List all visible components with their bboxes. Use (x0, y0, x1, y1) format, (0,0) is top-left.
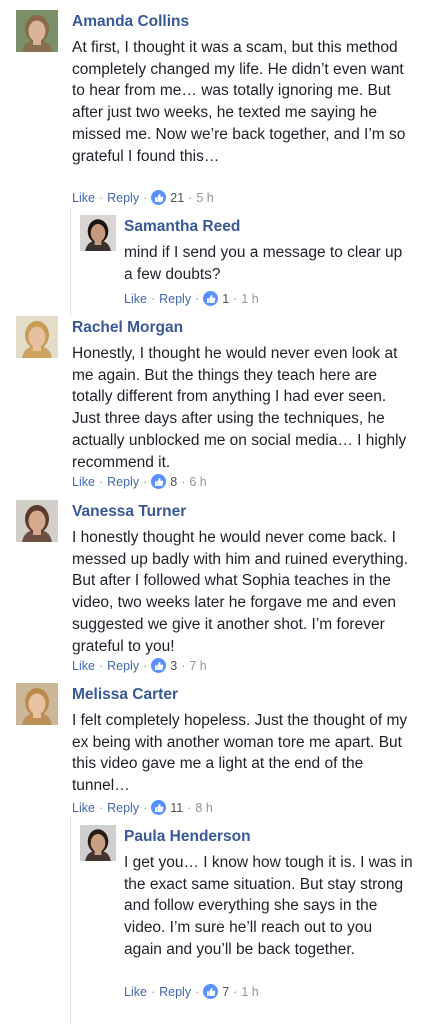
thumbs-up-icon[interactable] (151, 474, 167, 489)
separator-dot: · (233, 291, 238, 306)
separator-dot: · (181, 474, 186, 489)
comment-timestamp[interactable]: 7 h (189, 659, 206, 673)
comment-body: Melissa Carter I felt completely hopeless… (72, 685, 412, 797)
like-link[interactable]: Like (72, 801, 95, 815)
avatar-image (80, 825, 116, 861)
avatar-image (16, 500, 58, 542)
thumbs-up-icon[interactable] (151, 658, 167, 673)
avatar[interactable] (80, 825, 116, 861)
comment-text: mind if I send you a message to clear up… (124, 244, 403, 283)
like-count[interactable]: 11 (170, 801, 183, 815)
comment-actions: Like · Reply · 21 · 5 h (72, 190, 214, 205)
commenter-name[interactable]: Paula Henderson (124, 827, 414, 847)
comment-body: Samantha Reed mind if I send you a messag… (124, 217, 414, 285)
like-link[interactable]: Like (124, 985, 147, 999)
separator-dot: · (233, 984, 238, 999)
separator-dot: · (195, 984, 200, 999)
comment-actions: Like · Reply · 11 · 8 h (72, 800, 213, 815)
thumbs-up-icon[interactable] (151, 800, 167, 815)
like-count[interactable]: 1 (222, 292, 229, 306)
separator-dot: · (143, 658, 148, 673)
comment-feed: Amanda Collins At first, I thought it was… (0, 0, 432, 1024)
avatar-image (16, 683, 58, 725)
commenter-name[interactable]: Samantha Reed (124, 217, 414, 237)
comment-timestamp[interactable]: 6 h (189, 475, 206, 489)
reply-link[interactable]: Reply (107, 659, 139, 673)
reply-link[interactable]: Reply (107, 801, 139, 815)
reply-link[interactable]: Reply (107, 475, 139, 489)
avatar-image (80, 215, 116, 251)
like-link[interactable]: Like (124, 292, 147, 306)
separator-dot: · (143, 800, 148, 815)
comment-body: Paula Henderson I get you… I know how tou… (124, 827, 414, 961)
like-link[interactable]: Like (72, 475, 95, 489)
separator-dot: · (150, 984, 156, 999)
like-count[interactable]: 21 (170, 191, 184, 205)
like-link[interactable]: Like (72, 659, 95, 673)
avatar[interactable] (16, 316, 58, 358)
comment-timestamp[interactable]: 1 h (241, 292, 258, 306)
like-count[interactable]: 3 (170, 659, 177, 673)
avatar[interactable] (16, 683, 58, 725)
comment-text: I honestly thought he would never come b… (72, 529, 409, 655)
avatar[interactable] (16, 10, 58, 52)
comment-timestamp[interactable]: 8 h (195, 801, 212, 815)
separator-dot: · (195, 291, 200, 306)
separator-dot: · (150, 291, 156, 306)
separator-dot: · (143, 474, 148, 489)
comment-actions: Like · Reply · 3 · 7 h (72, 658, 207, 673)
thumbs-up-icon[interactable] (151, 190, 167, 205)
like-link[interactable]: Like (72, 191, 95, 205)
comment-timestamp[interactable]: 5 h (196, 191, 213, 205)
commenter-name[interactable]: Melissa Carter (72, 685, 412, 705)
separator-dot: · (188, 190, 193, 205)
separator-dot: · (187, 800, 192, 815)
like-count[interactable]: 7 (222, 985, 229, 999)
separator-dot: · (98, 658, 104, 673)
separator-dot: · (181, 658, 186, 673)
commenter-name[interactable]: Rachel Morgan (72, 318, 412, 338)
reply-thread-line (70, 817, 71, 1024)
separator-dot: · (98, 474, 104, 489)
comment-body: Amanda Collins At first, I thought it was… (72, 12, 412, 167)
avatar[interactable] (80, 215, 116, 251)
separator-dot: · (98, 800, 104, 815)
avatar-image (16, 316, 58, 358)
comment-actions: Like · Reply · 1 · 1 h (124, 291, 259, 306)
reply-link[interactable]: Reply (159, 985, 191, 999)
comment-text: Honestly, I thought he would never even … (72, 345, 407, 471)
thumbs-up-icon[interactable] (203, 984, 219, 999)
reply-link[interactable]: Reply (107, 191, 139, 205)
comment-body: Vanessa Turner I honestly thought he woul… (72, 502, 412, 657)
separator-dot: · (143, 190, 148, 205)
like-count[interactable]: 8 (170, 475, 177, 489)
reply-link[interactable]: Reply (159, 292, 191, 306)
comment-timestamp[interactable]: 1 h (241, 985, 258, 999)
comment-actions: Like · Reply · 8 · 6 h (72, 474, 207, 489)
separator-dot: · (98, 190, 104, 205)
avatar[interactable] (16, 500, 58, 542)
reply-thread-line (70, 207, 71, 315)
comment-text: I felt completely hopeless. Just the tho… (72, 712, 408, 795)
commenter-name[interactable]: Amanda Collins (72, 12, 412, 32)
commenter-name[interactable]: Vanessa Turner (72, 502, 412, 522)
comment-text: I get you… I know how tough it is. I was… (124, 854, 413, 958)
thumbs-up-icon[interactable] (203, 291, 219, 306)
comment-body: Rachel Morgan Honestly, I thought he woul… (72, 318, 412, 473)
avatar-image (16, 10, 58, 52)
comment-text: At first, I thought it was a scam, but t… (72, 39, 406, 165)
comment-actions: Like · Reply · 7 · 1 h (124, 984, 259, 999)
